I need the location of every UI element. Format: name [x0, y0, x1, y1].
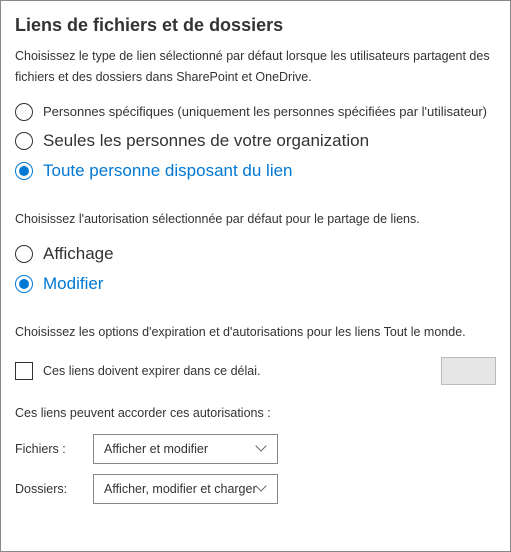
folders-select-row: Dossiers: Afficher, modifier et charger	[15, 474, 496, 504]
radio-label: Personnes spécifiques (uniquement les pe…	[43, 104, 487, 119]
files-select[interactable]: Afficher et modifier	[93, 434, 278, 464]
file-folder-links-panel: Liens de fichiers et de dossiers Choisis…	[0, 0, 511, 552]
files-label: Fichiers :	[15, 442, 93, 456]
radio-icon	[15, 245, 33, 263]
chevron-down-icon	[257, 444, 267, 454]
radio-label: Modifier	[43, 274, 103, 294]
radio-label: Seules les personnes de votre organizati…	[43, 131, 369, 151]
permission-description: Choisissez l'autorisation sélectionnée p…	[15, 209, 496, 230]
radio-edit[interactable]: Modifier	[15, 274, 496, 294]
section-heading: Liens de fichiers et de dossiers	[15, 15, 496, 36]
radio-label: Toute personne disposant du lien	[43, 161, 293, 181]
radio-view[interactable]: Affichage	[15, 244, 496, 264]
files-select-value: Afficher et modifier	[104, 442, 208, 456]
files-select-row: Fichiers : Afficher et modifier	[15, 434, 496, 464]
radio-icon	[15, 162, 33, 180]
expire-checkbox[interactable]	[15, 362, 33, 380]
anyone-options-description: Choisissez les options d'expiration et d…	[15, 322, 496, 343]
radio-org-people[interactable]: Seules les personnes de votre organizati…	[15, 131, 496, 151]
folders-label: Dossiers:	[15, 482, 93, 496]
radio-anyone-link[interactable]: Toute personne disposant du lien	[15, 161, 496, 181]
folders-select[interactable]: Afficher, modifier et charger	[93, 474, 278, 504]
grant-permissions-description: Ces liens peuvent accorder ces autorisat…	[15, 403, 496, 424]
radio-icon	[15, 103, 33, 121]
radio-icon	[15, 275, 33, 293]
expire-days-input[interactable]	[441, 357, 496, 385]
radio-label: Affichage	[43, 244, 114, 264]
radio-specific-people[interactable]: Personnes spécifiques (uniquement les pe…	[15, 103, 496, 121]
chevron-down-icon	[257, 484, 267, 494]
expire-label: Ces liens doivent expirer dans ce délai.	[43, 364, 421, 378]
radio-icon	[15, 132, 33, 150]
folders-select-value: Afficher, modifier et charger	[104, 482, 257, 496]
expire-row: Ces liens doivent expirer dans ce délai.	[15, 357, 496, 385]
link-type-description: Choisissez le type de lien sélectionné p…	[15, 46, 496, 89]
